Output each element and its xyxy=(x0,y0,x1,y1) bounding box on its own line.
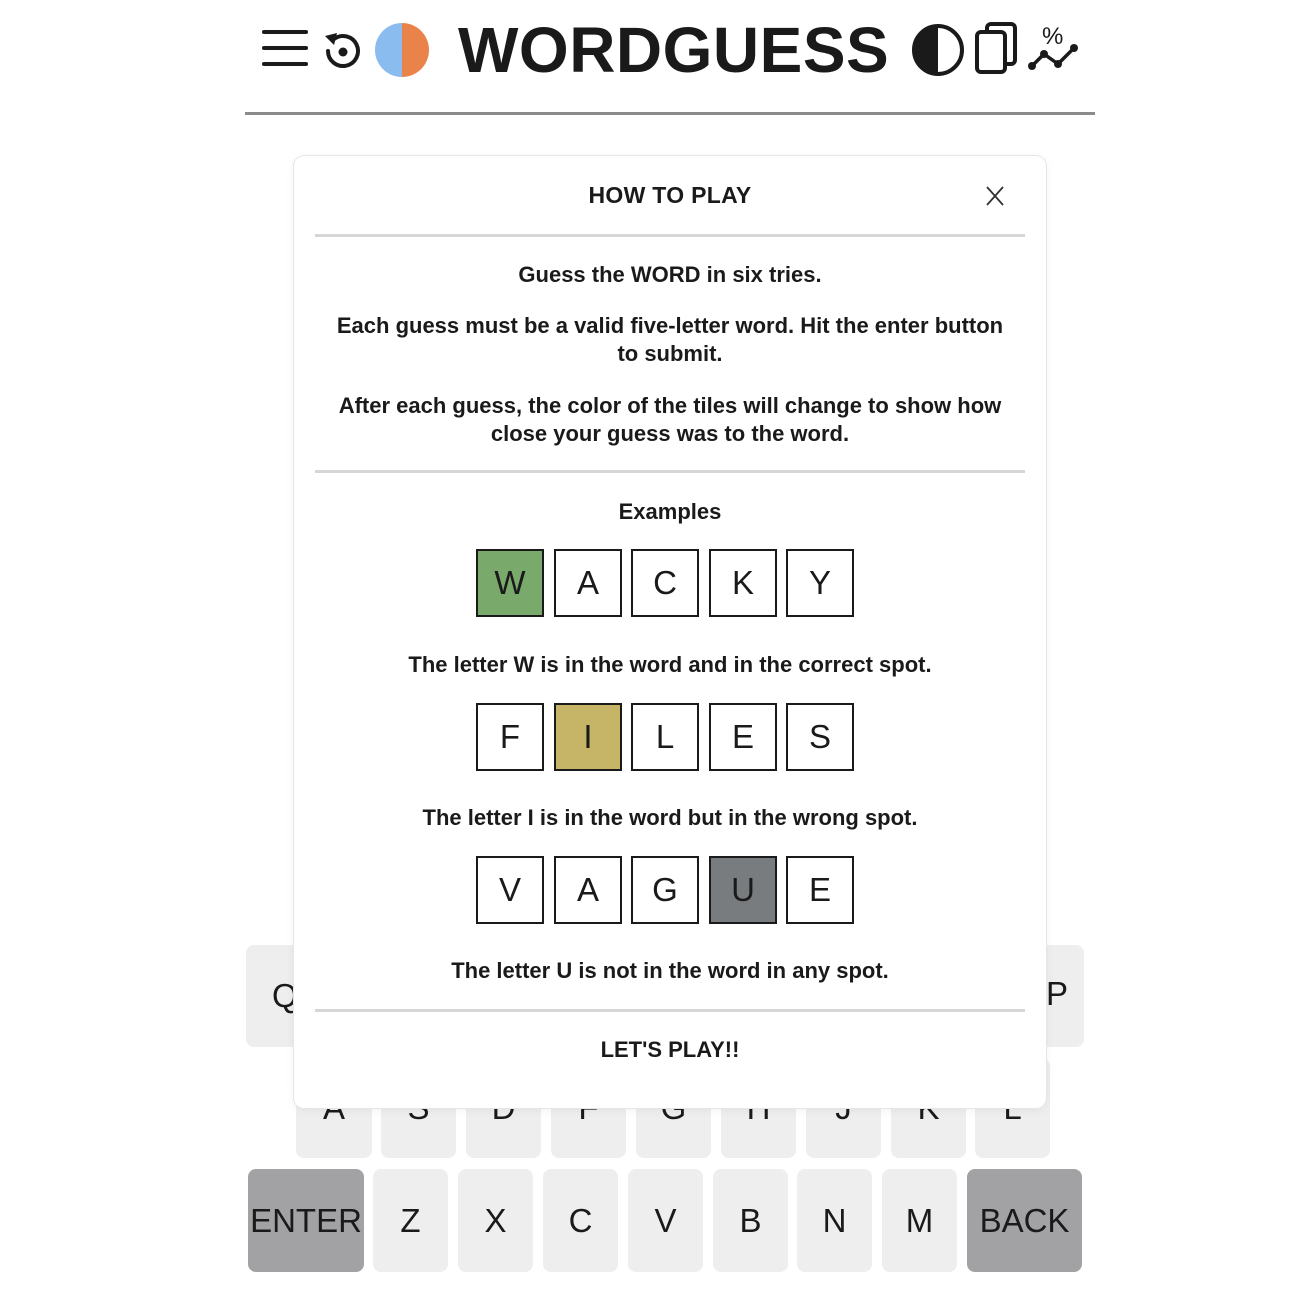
color-mode-icon[interactable] xyxy=(375,23,429,77)
example-caption-1: The letter W is in the word and in the c… xyxy=(408,652,932,677)
intro-text: Guess the WORD in six tries. xyxy=(518,262,822,287)
key-x[interactable]: X xyxy=(458,1169,533,1272)
example-tile: K xyxy=(709,549,777,617)
example-tile: V xyxy=(476,856,544,924)
contrast-icon[interactable] xyxy=(910,22,966,78)
stats-icon[interactable]: % xyxy=(1026,22,1082,74)
app-title: WORDGUESS xyxy=(458,14,890,86)
example-tile: L xyxy=(631,703,699,771)
rules-text: Each guess must be a valid five-letter w… xyxy=(336,313,1004,366)
key-m[interactable]: M xyxy=(882,1169,957,1272)
example-tile: Y xyxy=(786,549,854,617)
example-tile: F xyxy=(476,703,544,771)
key-c[interactable]: C xyxy=(543,1169,618,1272)
examples-heading: Examples xyxy=(618,499,722,524)
example-tile: C xyxy=(631,549,699,617)
feedback-text: After each guess, the color of the tiles… xyxy=(338,393,1002,446)
example-tile: U xyxy=(709,856,777,924)
key-b[interactable]: B xyxy=(713,1169,788,1272)
example-tile: E xyxy=(786,856,854,924)
example-caption-2: The letter I is in the word but in the w… xyxy=(422,805,918,830)
example-tile: A xyxy=(554,549,622,617)
modal-title: HOW TO PLAY xyxy=(588,182,752,208)
example-caption-3: The letter U is not in the word in any s… xyxy=(451,958,889,983)
example-tile: S xyxy=(786,703,854,771)
menu-icon[interactable] xyxy=(262,28,308,68)
close-icon[interactable] xyxy=(982,183,1008,209)
example-tile: W xyxy=(476,549,544,617)
example-tile: G xyxy=(631,856,699,924)
lets-play-button[interactable]: LET'S PLAY!! xyxy=(315,1022,1025,1078)
modal-divider xyxy=(315,1009,1025,1012)
example-tile: I xyxy=(554,703,622,771)
restart-icon[interactable] xyxy=(322,30,364,72)
svg-text:%: % xyxy=(1042,23,1063,50)
enter-key[interactable]: ENTER xyxy=(248,1169,364,1272)
key-v[interactable]: V xyxy=(628,1169,703,1272)
key-n[interactable]: N xyxy=(797,1169,872,1272)
key-z[interactable]: Z xyxy=(373,1169,448,1272)
back-key[interactable]: BACK xyxy=(967,1169,1082,1272)
example-tile: E xyxy=(709,703,777,771)
modal-divider xyxy=(315,234,1025,237)
modal-divider xyxy=(315,470,1025,473)
cards-icon[interactable] xyxy=(973,21,1019,75)
header-divider xyxy=(245,112,1095,115)
example-tile: A xyxy=(554,856,622,924)
app-header: WORDGUESS % xyxy=(0,0,1298,116)
